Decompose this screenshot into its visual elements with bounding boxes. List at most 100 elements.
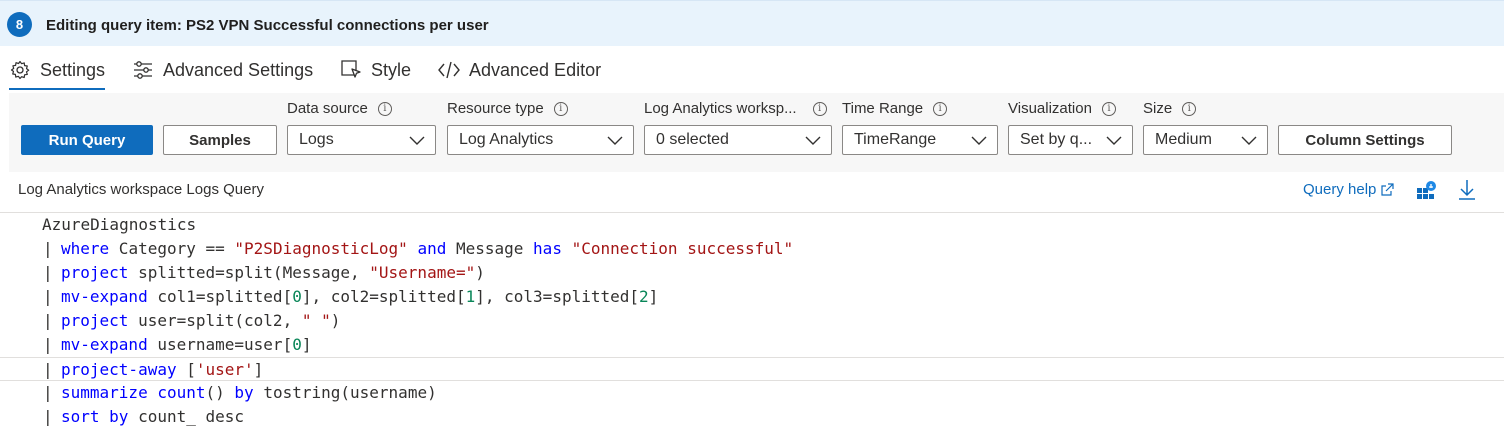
chevron-down-icon — [1106, 136, 1122, 145]
pipe-char: | — [43, 407, 53, 426]
info-icon[interactable]: i — [1182, 101, 1197, 116]
code-number: 0 — [292, 335, 302, 354]
tab-label: Advanced Editor — [469, 59, 602, 80]
resource-type-dropdown[interactable]: Log Analytics — [447, 125, 634, 155]
tab-label: Advanced Settings — [163, 59, 314, 80]
code-text: summarize count() by tostring(username) — [61, 381, 437, 405]
code-keyword: count — [157, 383, 206, 402]
code-keyword: by — [109, 407, 129, 426]
code-token: AzureDiagnostics — [42, 215, 197, 234]
code-token: [ — [176, 360, 196, 379]
code-token: Category == — [109, 239, 235, 258]
pin-to-dashboard-icon[interactable] — [1416, 180, 1438, 202]
chevron-down-icon — [1241, 136, 1257, 145]
code-keyword: mv-expand — [61, 335, 148, 354]
info-icon[interactable]: i — [377, 101, 392, 116]
code-token: ] — [648, 287, 659, 306]
code-keyword: project — [61, 263, 129, 282]
code-line: | project user=split(col2, " ") — [0, 309, 1504, 333]
sliders-icon — [132, 59, 154, 81]
visualization-dropdown[interactable]: Set by q... — [1008, 125, 1133, 155]
code-text: where Category == "P2SDiagnosticLog" and… — [61, 237, 793, 261]
data-source-dropdown[interactable]: Logs — [287, 125, 436, 155]
info-icon[interactable]: i — [553, 101, 568, 116]
code-token: () — [205, 383, 235, 402]
query-help-link[interactable]: Query help — [1303, 181, 1394, 198]
run-query-button[interactable]: Run Query — [21, 125, 153, 155]
pipe-char: | — [43, 360, 53, 379]
chevron-down-icon — [409, 136, 425, 145]
info-icon[interactable]: i — [933, 101, 948, 116]
pipe-char: | — [43, 263, 53, 282]
code-keyword: sort — [61, 407, 100, 426]
code-line: | summarize count() by tostring(username) — [0, 381, 1504, 405]
size-dropdown[interactable]: Medium — [1143, 125, 1268, 155]
code-keyword: by — [234, 383, 254, 402]
gear-icon — [9, 59, 31, 81]
pipe-char: | — [43, 239, 53, 258]
header-title: Editing query item: PS2 VPN Successful c… — [46, 17, 489, 34]
code-text: project user=split(col2, " ") — [61, 309, 340, 333]
tab-label: Style — [371, 59, 412, 80]
code-icon — [438, 59, 460, 81]
step-badge: 8 — [7, 12, 32, 37]
column-settings-button[interactable]: Column Settings — [1278, 125, 1452, 155]
log-analytics-workspace-label: Log Analytics worksp... i — [644, 100, 827, 117]
code-string: "P2SDiagnosticLog" — [234, 239, 408, 258]
code-token: ], col2=splitted[ — [301, 287, 466, 306]
resource-type-label: Resource type i — [447, 100, 568, 117]
code-number: 1 — [465, 287, 476, 306]
cursor-box-icon — [340, 59, 362, 81]
query-editor[interactable]: AzureDiagnostics | where Category == "P2S… — [0, 212, 1504, 439]
code-string: 'user' — [195, 360, 254, 379]
code-text: project splitted=split(Message, "Usernam… — [61, 261, 485, 285]
code-keyword: has — [533, 239, 562, 258]
code-token: tostring(username) — [253, 383, 437, 402]
code-line: | mv-expand username=user[0] — [0, 333, 1504, 357]
samples-button[interactable]: Samples — [163, 125, 277, 155]
time-range-dropdown[interactable]: TimeRange — [842, 125, 998, 155]
code-line: | sort by count_ desc — [0, 405, 1504, 429]
editing-header: 8 Editing query item: PS2 VPN Successful… — [0, 0, 1504, 46]
info-icon[interactable]: i — [1101, 101, 1116, 116]
code-keyword: project-away — [61, 360, 177, 379]
code-text: sort by count_ desc — [61, 405, 244, 429]
size-label: Size i — [1143, 100, 1197, 117]
code-token: ] — [301, 335, 312, 354]
code-token: ) — [330, 311, 341, 330]
download-icon[interactable] — [1458, 179, 1476, 201]
code-string: "Connection successful" — [571, 239, 794, 258]
info-icon[interactable]: i — [812, 101, 827, 116]
chevron-down-icon — [607, 136, 623, 145]
code-line-current: | project-away ['user'] — [0, 357, 1504, 381]
code-number: 0 — [292, 287, 302, 306]
code-line: | project splitted=split(Message, "Userna… — [0, 261, 1504, 285]
tab-advanced-settings[interactable]: Advanced Settings — [132, 48, 313, 92]
code-token: splitted=split(Message, — [128, 263, 370, 282]
workspace-dropdown[interactable]: 0 selected — [644, 125, 832, 155]
code-keyword: and — [417, 239, 447, 258]
code-keyword: project — [61, 311, 129, 330]
code-text: AzureDiagnostics — [42, 213, 196, 237]
external-link-icon — [1381, 182, 1394, 196]
pipe-char: | — [43, 383, 53, 402]
chevron-down-icon — [805, 136, 821, 145]
code-line: AzureDiagnostics — [0, 213, 1504, 237]
tab-advanced-editor[interactable]: Advanced Editor — [438, 48, 601, 92]
code-text: mv-expand username=user[0] — [61, 333, 311, 357]
code-string: " " — [301, 311, 331, 330]
code-token: username=user[ — [147, 335, 293, 354]
code-line: | where Category == "P2SDiagnosticLog" an… — [0, 237, 1504, 261]
code-keyword: summarize — [61, 383, 148, 402]
data-source-label: Data source i — [287, 100, 392, 117]
tab-label: Settings — [40, 59, 106, 80]
tab-settings[interactable]: Settings — [9, 48, 106, 92]
code-token: Message — [446, 239, 534, 258]
pipe-char: | — [43, 287, 53, 306]
tab-style[interactable]: Style — [340, 48, 411, 92]
code-token: ], col3=splitted[ — [475, 287, 640, 306]
code-line: | mv-expand col1=splitted[0], col2=splitt… — [0, 285, 1504, 309]
